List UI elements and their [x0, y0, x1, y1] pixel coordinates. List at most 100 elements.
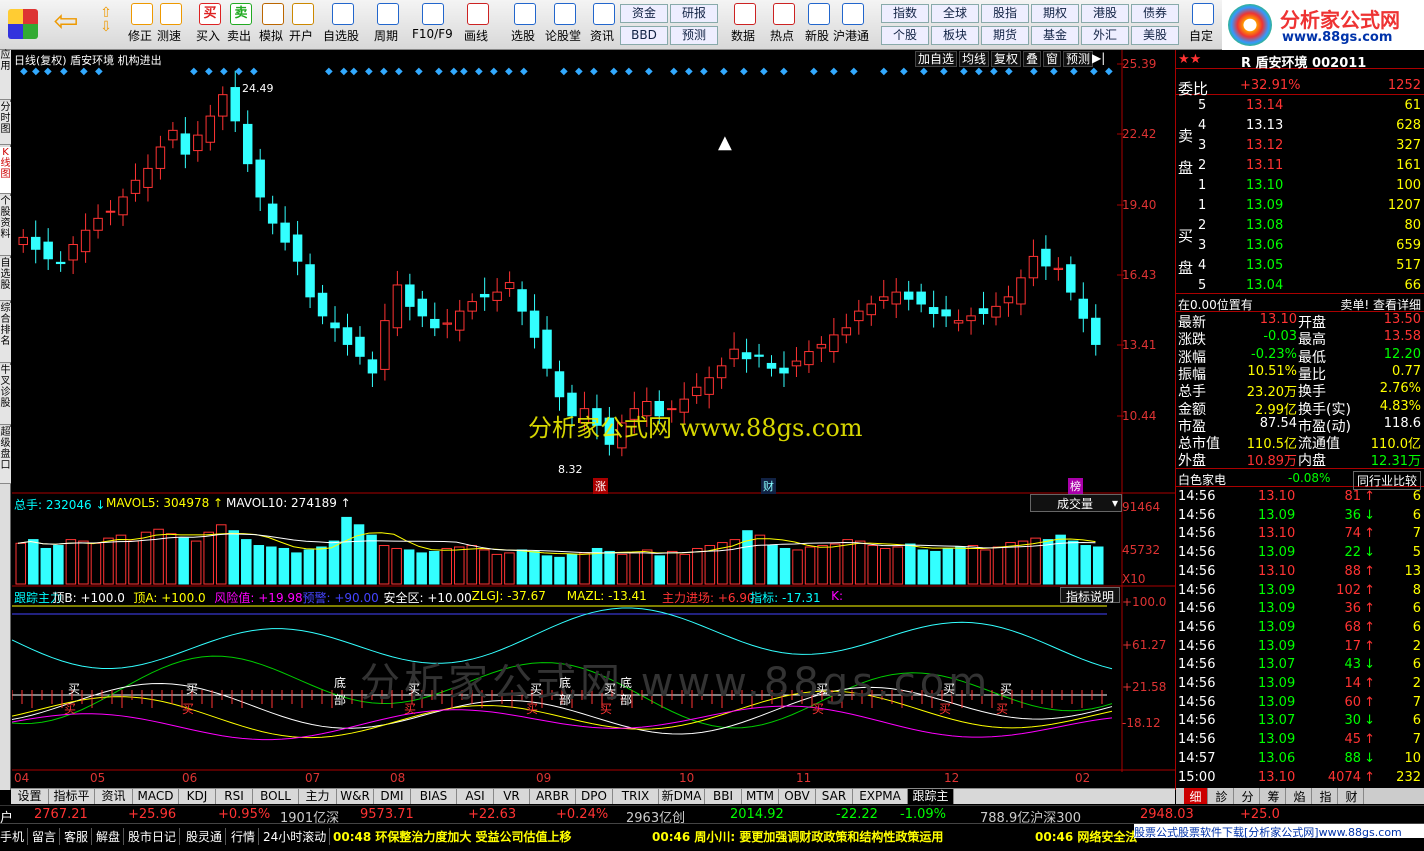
quick-button-1[interactable]: 研报	[670, 4, 718, 23]
news-tab-0[interactable]: 手机	[0, 828, 29, 845]
sell-volume: 161	[1396, 158, 1421, 173]
pin-icon[interactable]: ▶|	[1092, 51, 1105, 65]
left-tab-6[interactable]: 牛叉诊股	[0, 365, 11, 425]
panel-tab-2[interactable]: 分	[1236, 788, 1260, 804]
quick-button-6[interactable]: 股指	[981, 4, 1029, 23]
toolbar-button-7[interactable]: 周期	[371, 2, 405, 48]
indicator-tab-3[interactable]: MACD	[133, 789, 179, 804]
news-tab-3[interactable]: 解盘	[96, 828, 125, 845]
indicator-tab-16[interactable]: 新DMA	[659, 789, 705, 804]
toolbar-button-8[interactable]: F10/F9	[412, 2, 453, 48]
indicator-tab-0[interactable]: 设置	[11, 789, 49, 804]
news-item-0[interactable]: 00:48 环保整治力度加大 受益公司估值上移	[333, 828, 572, 845]
toolbar-button-15[interactable]: 新股	[802, 2, 836, 48]
quick-button-4[interactable]: 指数	[881, 4, 929, 23]
indicator-tab-20[interactable]: SAR	[816, 789, 853, 804]
news-item-1[interactable]: 00:46 周小川: 要更加强调财政政策和结构性政策运用	[652, 828, 943, 845]
news-tab-1[interactable]: 留言	[32, 828, 61, 845]
quick-button-9[interactable]: 债券	[1131, 4, 1179, 23]
news-tab-7[interactable]: 24小时滚动	[263, 828, 331, 845]
marker-zhang[interactable]: 涨	[593, 478, 608, 494]
panel-tab-4[interactable]: 焰	[1288, 788, 1312, 804]
indicator-tab-5[interactable]: RSI	[216, 789, 253, 804]
quick-button-0[interactable]: 资金	[620, 4, 668, 23]
indicator-tab-11[interactable]: ASI	[457, 789, 494, 804]
indicator-tab-21[interactable]: EXPMA	[853, 789, 908, 804]
chart-button-1[interactable]: 均线	[959, 51, 989, 67]
indicator-tab-10[interactable]: BIAS	[411, 789, 457, 804]
chart-button-2[interactable]: 复权	[991, 51, 1021, 67]
quick-button-15[interactable]: 美股	[1131, 26, 1179, 45]
marker-bang[interactable]: 榜	[1068, 478, 1083, 494]
indicator-tab-1[interactable]: 指标平台	[49, 789, 95, 818]
indicator-tab-7[interactable]: 主力	[299, 789, 337, 804]
chart-button-0[interactable]: 加自选	[915, 51, 957, 67]
indicator-tab-6[interactable]: BOLL	[253, 789, 299, 804]
panel-tab-6[interactable]: 财	[1340, 788, 1364, 804]
chart-button-3[interactable]: 叠	[1023, 51, 1041, 67]
indicator-tab-13[interactable]: ARBR	[530, 789, 576, 804]
quick-button-14[interactable]: 外汇	[1081, 26, 1129, 45]
toolbar-button-12[interactable]: 资讯	[587, 2, 621, 48]
left-tab-0[interactable]: 应用	[0, 50, 11, 100]
panel-tab-1[interactable]: 診	[1210, 788, 1234, 804]
indicator-tab-22[interactable]: 跟踪主力	[908, 789, 954, 818]
toolbar-button-1[interactable]: 测速	[154, 2, 188, 48]
indicator-help-button[interactable]: 指标说明	[1060, 587, 1120, 604]
news-item-2[interactable]: 00:46 网络安全法	[1035, 828, 1137, 845]
quick-button-3[interactable]: 预测	[670, 26, 718, 45]
window-icon[interactable]	[3, 2, 43, 48]
quick-button-10[interactable]: 个股	[881, 26, 929, 45]
panel-tab-3[interactable]: 筹	[1262, 788, 1286, 804]
sell-detail-link[interactable]: 卖单! 查看详细	[1340, 296, 1421, 313]
panel-tab-0[interactable]: 细	[1184, 788, 1208, 804]
quick-button-5[interactable]: 全球	[931, 4, 979, 23]
volume-select[interactable]: 成交量 ▾	[1030, 494, 1122, 512]
news-tab-5[interactable]: 股灵通	[186, 828, 227, 845]
quick-button-13[interactable]: 基金	[1031, 26, 1079, 45]
toolbar-button-17[interactable]: 自定	[1186, 2, 1220, 48]
chart-button-4[interactable]: 窗	[1043, 51, 1061, 67]
panel-tab-5[interactable]: 指	[1314, 788, 1338, 804]
indicator-tab-12[interactable]: VR	[494, 789, 530, 804]
indicator-tab-9[interactable]: DMI	[374, 789, 411, 804]
toolbar-button-10[interactable]: 选股	[508, 2, 542, 48]
quick-button-12[interactable]: 期货	[981, 26, 1029, 45]
indicator-tab-18[interactable]: MTM	[742, 789, 779, 804]
refresh-button[interactable]: ⇧ ⇩	[92, 2, 120, 48]
toolbar-button-9[interactable]: 画线	[461, 2, 495, 48]
quick-button-7[interactable]: 期权	[1031, 4, 1079, 23]
toolbar-button-13[interactable]: 数据	[728, 2, 762, 48]
indicator-tab-4[interactable]: KDJ	[179, 789, 216, 804]
left-tab-4[interactable]: 自选股	[0, 258, 11, 301]
indicator-tab-2[interactable]: 资讯	[95, 789, 133, 804]
ad-banner[interactable]: 股票公式股票软件下载[分析家公式网]www.88gs.com	[1134, 824, 1424, 838]
indicator-tab-17[interactable]: BBI	[705, 789, 742, 804]
left-tab-7[interactable]: 超级盘口	[0, 427, 11, 484]
left-tab-5[interactable]: 综合排名	[0, 303, 11, 363]
news-tab-6[interactable]: 行情	[231, 828, 260, 845]
quick-button-8[interactable]: 港股	[1081, 4, 1129, 23]
volume-bar	[90, 542, 102, 585]
toolbar-button-6[interactable]: 自选股	[323, 2, 360, 48]
indicator-tab-14[interactable]: DPO	[576, 789, 613, 804]
quick-button-11[interactable]: 板块	[931, 26, 979, 45]
chart-button-5[interactable]: 预测	[1063, 51, 1093, 67]
news-tab-2[interactable]: 客服	[64, 828, 93, 845]
marker-cai[interactable]: 财	[761, 478, 776, 494]
left-tab-3[interactable]: 个股资料	[0, 196, 11, 256]
toolbar-button-11[interactable]: 论股堂	[545, 2, 582, 48]
sector-name[interactable]: 白色家电	[1178, 471, 1226, 488]
indicator-tab-8[interactable]: W&R	[337, 789, 374, 804]
back-button[interactable]: ⇦	[50, 2, 82, 48]
toolbar-button-5[interactable]: 开户	[286, 2, 320, 48]
quick-button-2[interactable]: BBD	[620, 26, 668, 45]
news-tab-4[interactable]: 股市日记	[128, 828, 181, 845]
left-tab-1[interactable]: 分时图	[0, 102, 11, 145]
indicator-tab-19[interactable]: OBV	[779, 789, 816, 804]
left-tab-2[interactable]: K线图	[0, 147, 11, 194]
tick-price: 13.09	[1258, 545, 1296, 561]
toolbar-button-14[interactable]: 热点	[767, 2, 801, 48]
indicator-tab-15[interactable]: TRIX	[613, 789, 659, 804]
toolbar-button-16[interactable]: 沪港通	[833, 2, 870, 48]
